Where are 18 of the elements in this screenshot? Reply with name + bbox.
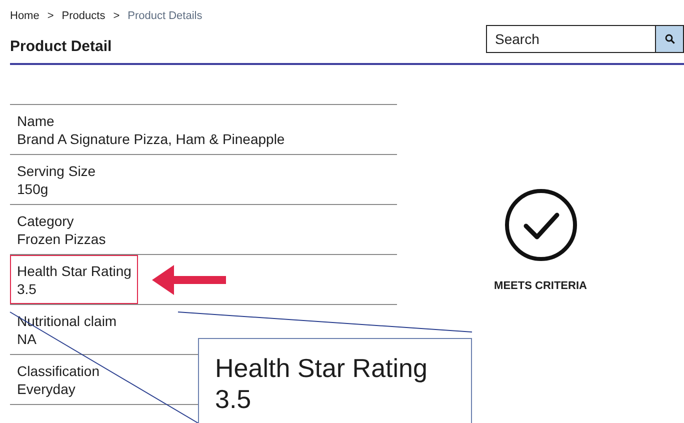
breadcrumb-link[interactable]: Home xyxy=(10,10,40,22)
callout-value: 3.5 xyxy=(215,384,252,415)
status-label: MEETS CRITERIA xyxy=(494,280,587,292)
breadcrumb-separator: > xyxy=(47,10,54,22)
detail-cell-text: Name Brand A Signature Pizza, Ham & Pineapple xyxy=(16,112,286,149)
search-field[interactable]: Search xyxy=(486,25,656,53)
callout-label: Health Star Rating xyxy=(215,353,428,384)
highlight-frame: Health Star Rating 3.5 xyxy=(10,255,138,304)
detail-cell-text: Category Frozen Pizzas xyxy=(16,212,107,248)
search-button[interactable] xyxy=(656,25,684,53)
search-icon xyxy=(664,34,674,44)
detail-cell-text: Serving Size 150g xyxy=(16,162,97,199)
breadcrumb-link[interactable]: Products xyxy=(62,10,106,22)
detail-cell-text: Classification Everyday xyxy=(16,362,100,399)
arrow-icon xyxy=(152,264,226,294)
breadcrumb-separator: > xyxy=(113,10,120,22)
page-title: Product Detail xyxy=(10,38,113,55)
breadcrumb-link[interactable]: Product Details xyxy=(128,10,202,22)
